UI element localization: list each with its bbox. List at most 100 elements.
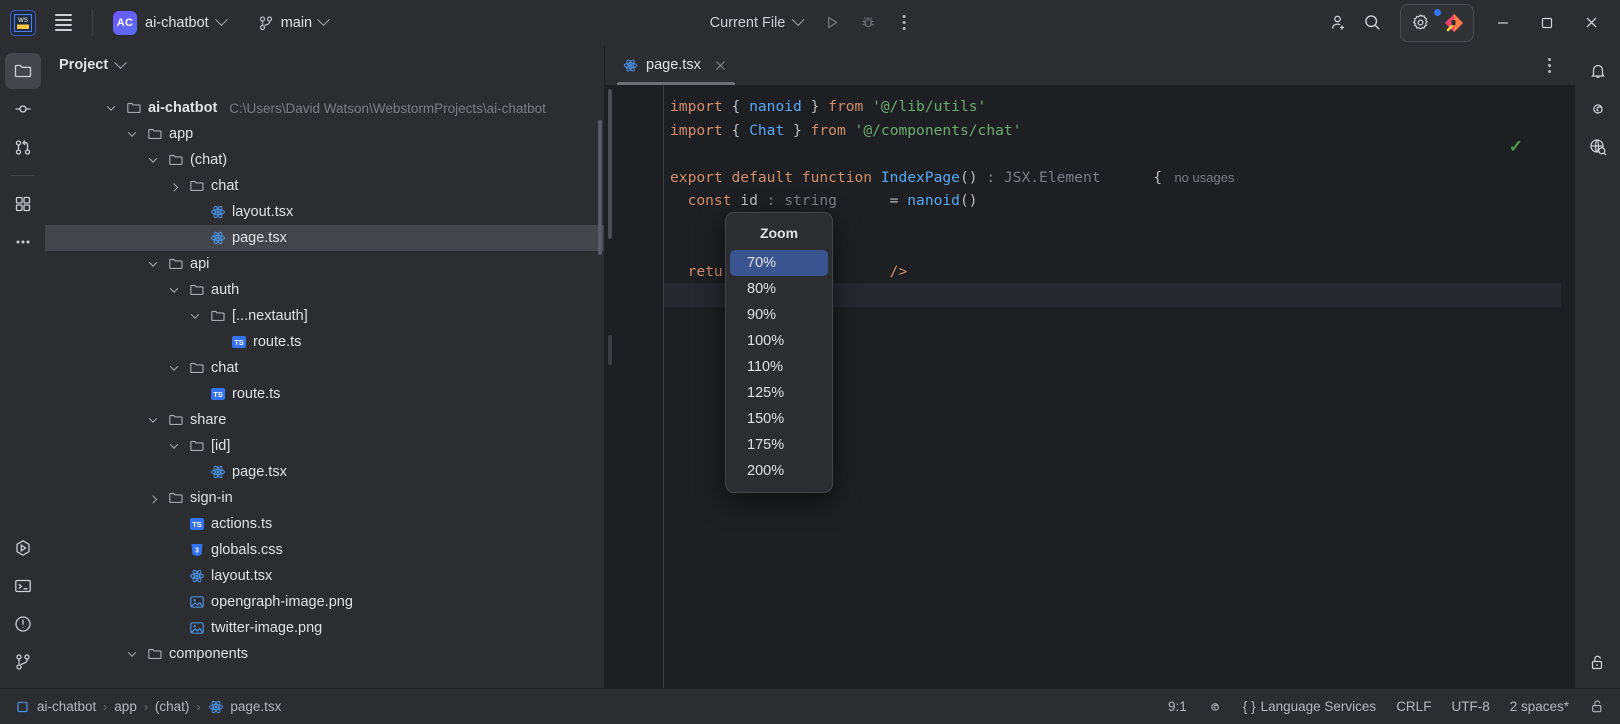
css-icon: 3	[188, 542, 205, 559]
zoom-option-200pct[interactable]: 200%	[730, 458, 828, 484]
sidebar-item-ai-chat[interactable]	[1580, 91, 1616, 127]
tree-row-auth[interactable]: auth	[45, 277, 604, 303]
chevron-down-icon[interactable]	[145, 412, 161, 428]
tree-row-globals-css[interactable]: 3globals.css	[45, 537, 604, 563]
settings-button[interactable]	[1404, 7, 1436, 39]
sidebar-item-commit[interactable]	[5, 91, 41, 127]
tree-row-label: layout.tsx	[211, 568, 272, 584]
chevron-down-icon[interactable]	[145, 152, 161, 168]
tree-row-page-tsx[interactable]: page.tsx	[45, 225, 604, 251]
sidebar-item-project[interactable]	[5, 53, 41, 89]
tree-row-ai-chatbot[interactable]: ai-chatbotC:\Users\David Watson\Webstorm…	[45, 95, 604, 121]
line-separator-status[interactable]: CRLF	[1396, 699, 1431, 714]
tree-row-sign-in[interactable]: sign-in	[45, 485, 604, 511]
run-button[interactable]	[816, 7, 848, 39]
search-everywhere-button[interactable]	[1356, 7, 1388, 39]
indent-status[interactable]: 2 spaces*	[1510, 699, 1569, 714]
inspection-status-icon[interactable]: ✓	[1509, 137, 1523, 157]
tree-row-api[interactable]: api	[45, 251, 604, 277]
sidebar-item-terminal[interactable]	[5, 568, 41, 604]
sidebar-item-notifications[interactable]	[1580, 53, 1616, 89]
tree-row-actions-ts[interactable]: TSactions.ts	[45, 511, 604, 537]
react-icon	[209, 204, 226, 221]
editor-scrollbar-thumb[interactable]	[608, 89, 612, 239]
branch-selector[interactable]: main	[250, 8, 336, 38]
zoom-option-100pct[interactable]: 100%	[730, 328, 828, 354]
sidebar-item-plugins[interactable]	[5, 186, 41, 222]
branch-name-label: main	[281, 15, 312, 31]
editor-marker-strip[interactable]	[1561, 85, 1575, 688]
spiral-icon[interactable]	[1207, 699, 1223, 715]
sidebar-item-pull-requests[interactable]	[5, 129, 41, 165]
close-window-button[interactable]	[1570, 5, 1612, 41]
chevron-down-icon[interactable]	[166, 282, 182, 298]
tree-row-layout-tsx[interactable]: layout.tsx	[45, 199, 604, 225]
tree-row-components[interactable]: components	[45, 641, 604, 667]
tree-row-route-ts[interactable]: TSroute.ts	[45, 381, 604, 407]
chevron-down-icon[interactable]	[166, 360, 182, 376]
chevron-down-icon[interactable]	[103, 100, 119, 116]
zoom-option-80pct[interactable]: 80%	[730, 276, 828, 302]
tree-row-share[interactable]: share	[45, 407, 604, 433]
chevron-right-icon[interactable]	[145, 490, 161, 506]
sidebar-item-run[interactable]	[5, 530, 41, 566]
unlock-icon[interactable]	[1589, 698, 1606, 715]
chevron-right-icon[interactable]	[166, 178, 182, 194]
main-menu-button[interactable]	[46, 6, 80, 40]
sidebar-item-version-control[interactable]	[5, 644, 41, 680]
zoom-menu-list[interactable]: 70%80%90%100%110%125%150%175%200%	[726, 250, 832, 484]
project-panel-scrollbar[interactable]	[598, 120, 602, 255]
tree-row-route-ts[interactable]: TSroute.ts	[45, 329, 604, 355]
zoom-option-110pct[interactable]: 110%	[730, 354, 828, 380]
zoom-option-70pct[interactable]: 70%	[730, 250, 828, 276]
tree-row-chat[interactable]: chat	[45, 173, 604, 199]
tree-row-chat[interactable]: chat	[45, 355, 604, 381]
project-file-tree[interactable]: ai-chatbotC:\Users\David Watson\Webstorm…	[45, 85, 604, 688]
sidebar-item-web-search[interactable]	[1580, 129, 1616, 165]
folder-icon	[188, 360, 205, 377]
chevron-down-icon[interactable]	[124, 126, 140, 142]
editor-options-button[interactable]	[1537, 53, 1561, 77]
more-run-options-button[interactable]	[888, 7, 920, 39]
encoding-status[interactable]: UTF-8	[1451, 699, 1489, 714]
caret-position[interactable]: 9:1	[1168, 699, 1187, 714]
add-user-button[interactable]	[1322, 7, 1354, 39]
project-selector[interactable]: AC ai-chatbot	[105, 8, 234, 38]
language-services-status[interactable]: { } Language Services	[1243, 699, 1376, 714]
minimize-button[interactable]	[1482, 5, 1524, 41]
chevron-down-icon[interactable]	[166, 438, 182, 454]
zoom-popup-menu[interactable]: Zoom 70%80%90%100%110%125%150%175%200%	[725, 212, 833, 493]
tab-page-tsx[interactable]: page.tsx	[605, 45, 741, 85]
tree-row--chat-[interactable]: (chat)	[45, 147, 604, 173]
tree-row-page-tsx[interactable]: page.tsx	[45, 459, 604, 485]
zoom-option-150pct[interactable]: 150%	[730, 406, 828, 432]
run-configuration-selector[interactable]: Current File	[700, 8, 813, 38]
read-only-toggle[interactable]	[1580, 644, 1616, 680]
maximize-button[interactable]	[1526, 5, 1568, 41]
tree-row-twitter-image-png[interactable]: twitter-image.png	[45, 615, 604, 641]
chevron-down-icon[interactable]	[145, 256, 161, 272]
zoom-option-90pct[interactable]: 90%	[730, 302, 828, 328]
breadcrumb-item-page-tsx[interactable]: page.tsx	[207, 698, 281, 715]
breadcrumb-item-ai-chatbot[interactable]: ai-chatbot	[14, 698, 96, 715]
tree-row-layout-tsx[interactable]: layout.tsx	[45, 563, 604, 589]
debug-button[interactable]	[852, 7, 884, 39]
chevron-down-icon[interactable]	[187, 308, 203, 324]
sidebar-item-problems[interactable]	[5, 606, 41, 642]
tree-row-opengraph-image-png[interactable]: opengraph-image.png	[45, 589, 604, 615]
close-tab-icon[interactable]	[713, 57, 729, 73]
ai-assistant-button[interactable]	[1438, 7, 1470, 39]
project-panel-title[interactable]: Project	[59, 57, 108, 73]
zoom-option-175pct[interactable]: 175%	[730, 432, 828, 458]
tree-row-app[interactable]: app	[45, 121, 604, 147]
chevron-down-icon[interactable]	[114, 56, 127, 69]
breadcrumb-item-app[interactable]: app	[114, 699, 137, 714]
tree-row--nextauth-[interactable]: [...nextauth]	[45, 303, 604, 329]
chevron-down-icon[interactable]	[124, 646, 140, 662]
tree-row-label: layout.tsx	[232, 204, 293, 220]
zoom-option-125pct[interactable]: 125%	[730, 380, 828, 406]
sidebar-item-more[interactable]	[5, 224, 41, 260]
tree-row--id-[interactable]: [id]	[45, 433, 604, 459]
breadcrumb-item--chat-[interactable]: (chat)	[155, 699, 190, 714]
editor-gutter[interactable]	[605, 85, 663, 688]
